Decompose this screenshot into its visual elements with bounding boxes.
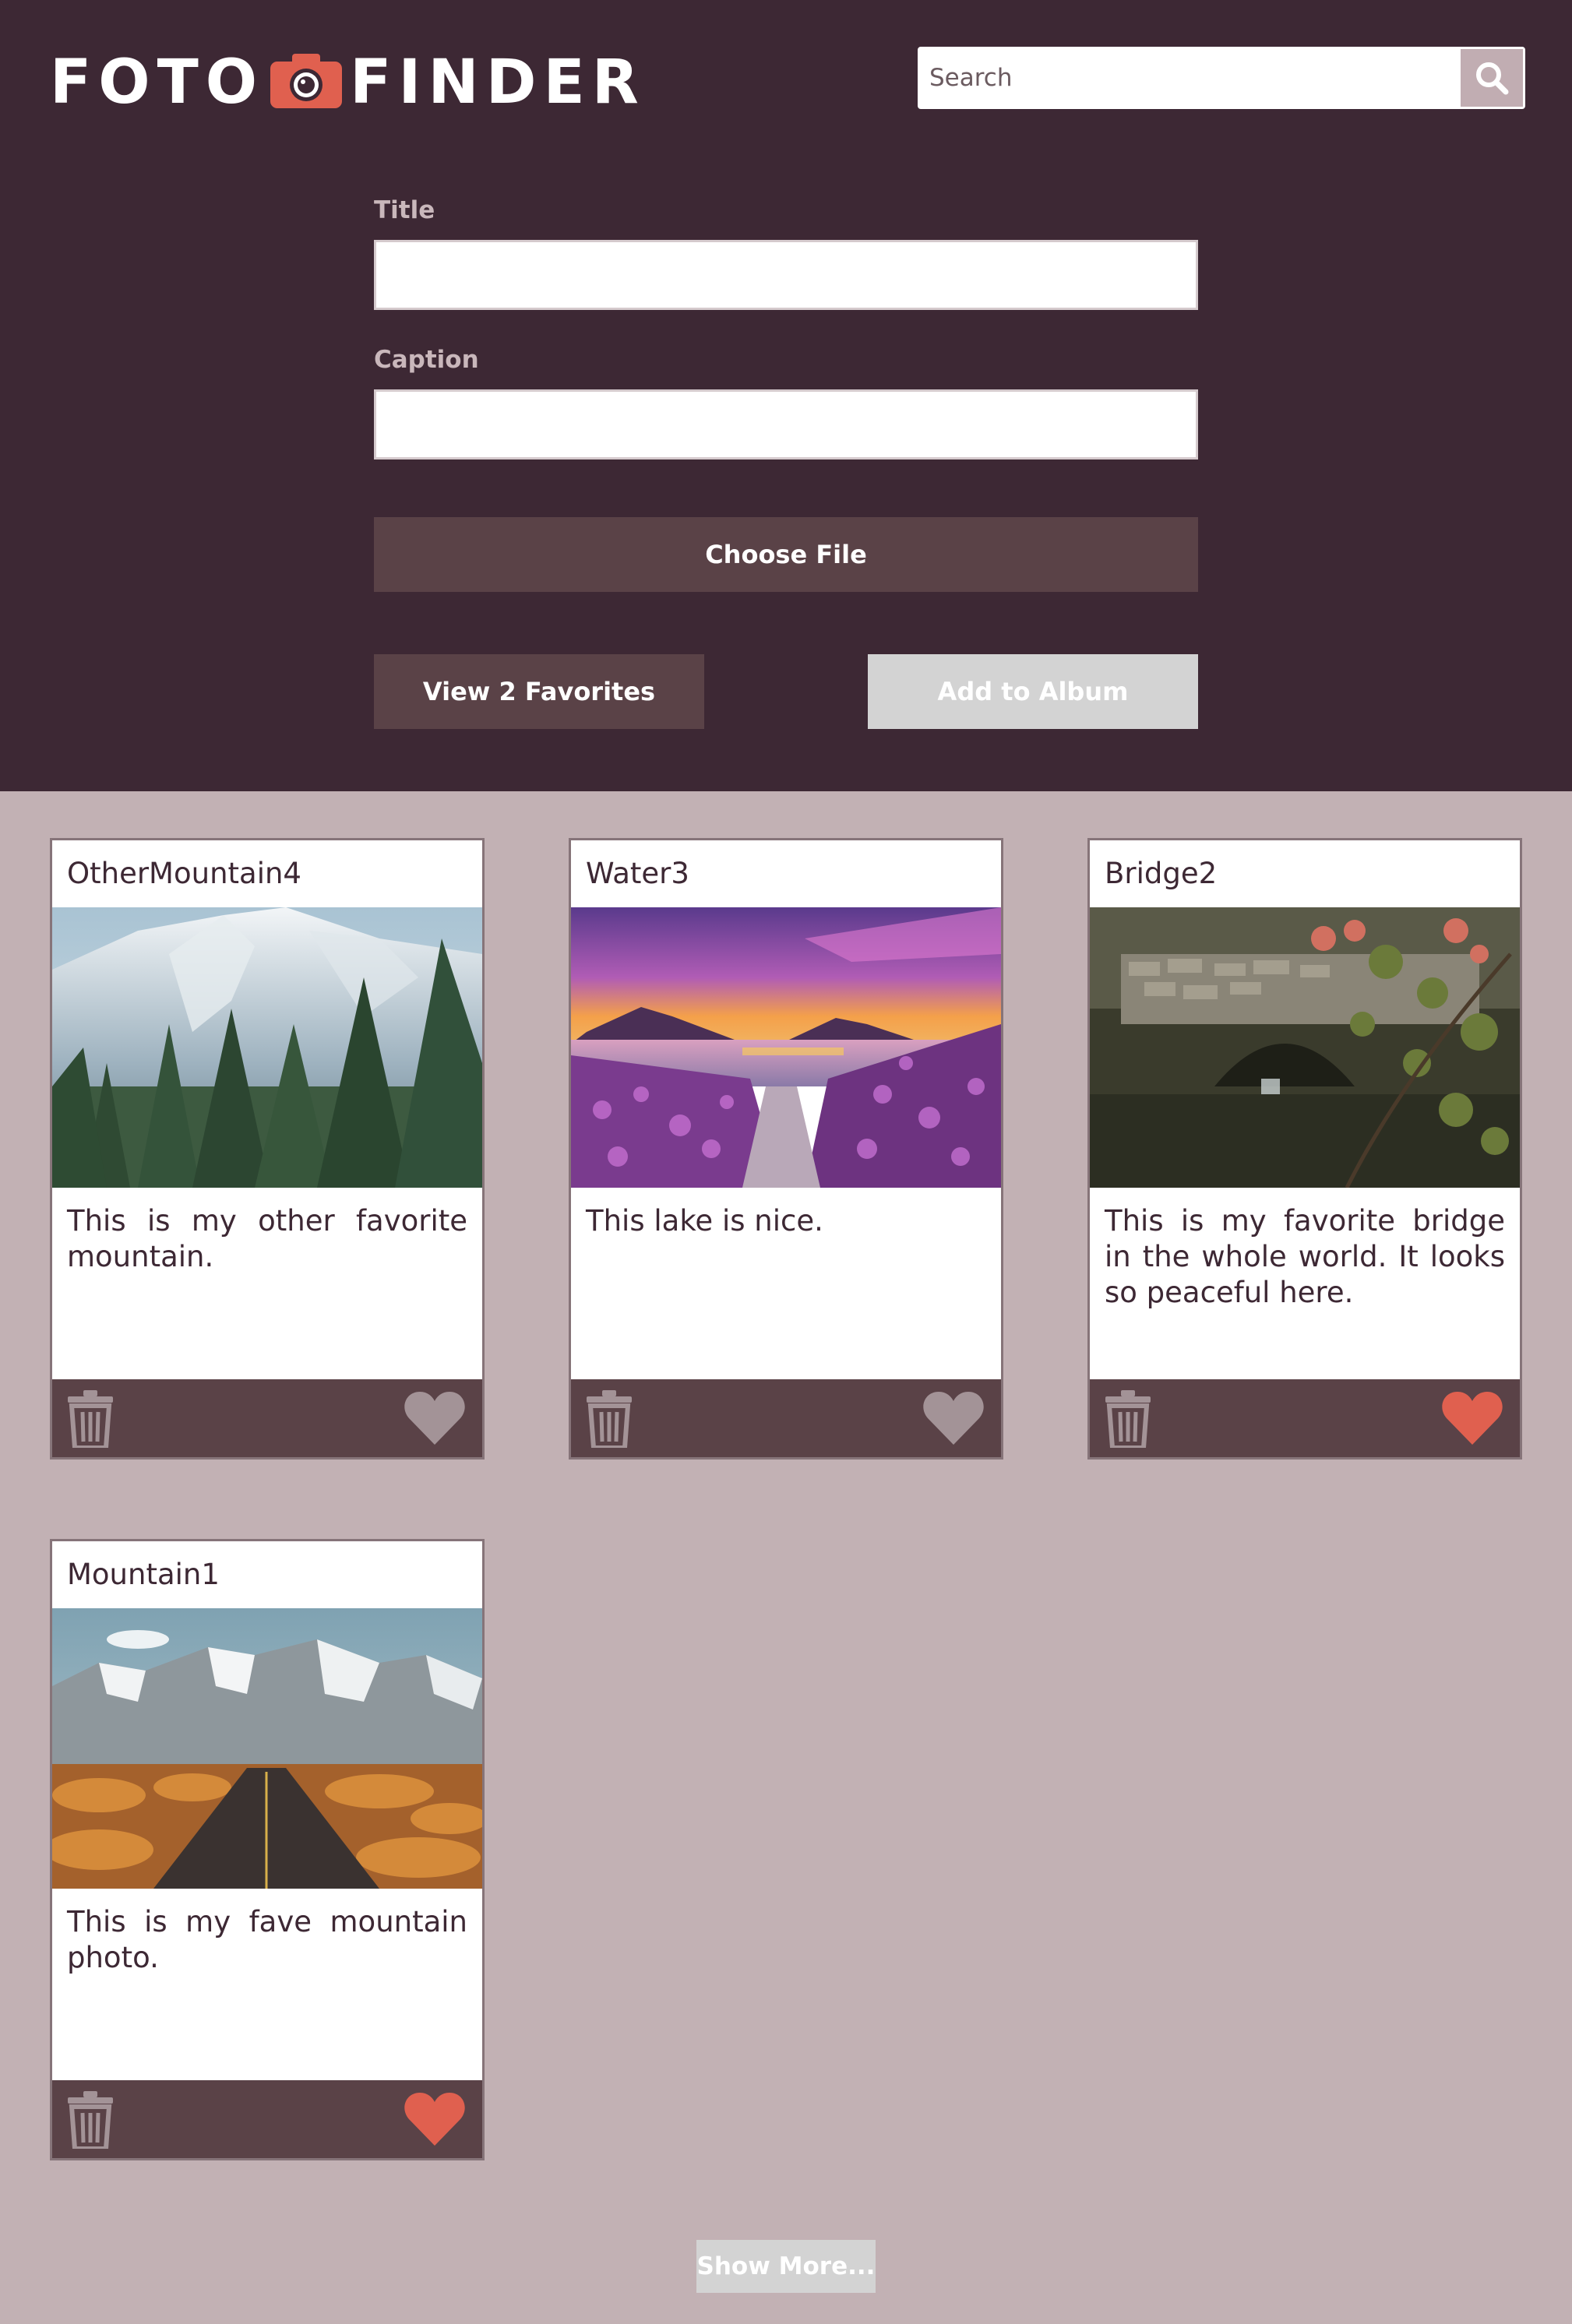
caption-input[interactable] bbox=[374, 389, 1198, 460]
card-caption: This is my fave mountain photo. bbox=[67, 1905, 467, 1974]
app-logo[interactable]: FOTO FINDER bbox=[50, 51, 646, 114]
caption-label: Caption bbox=[374, 346, 479, 374]
heart-icon[interactable] bbox=[923, 1390, 984, 1445]
search-button[interactable] bbox=[1461, 49, 1523, 107]
card-image[interactable] bbox=[52, 1608, 482, 1889]
header: FOTO FINDER Title Caption Choose bbox=[0, 0, 1572, 791]
heart-icon[interactable] bbox=[1442, 1390, 1503, 1445]
photo-card: Mountain1 This is my fave mountain photo… bbox=[50, 1539, 485, 2160]
card-image[interactable] bbox=[1090, 907, 1520, 1188]
trash-icon[interactable] bbox=[66, 2091, 115, 2149]
search-bar bbox=[918, 47, 1525, 109]
card-image[interactable] bbox=[52, 907, 482, 1188]
card-title: Water3 bbox=[586, 857, 689, 890]
upload-form: Title Caption bbox=[374, 192, 1198, 460]
trash-icon[interactable] bbox=[1104, 1390, 1152, 1448]
card-caption: This is my other favorite mountain. bbox=[67, 1204, 467, 1273]
card-footer bbox=[52, 2080, 482, 2158]
logo-text-finder: FINDER bbox=[350, 48, 646, 118]
card-caption: This lake is nice. bbox=[586, 1204, 823, 1238]
photo-card: Water3 This lake is nice. bbox=[569, 838, 1003, 1460]
card-title: OtherMountain4 bbox=[67, 857, 301, 890]
search-icon bbox=[1476, 62, 1509, 95]
view-favorites-button[interactable]: View 2 Favorites bbox=[374, 654, 704, 729]
choose-file-button[interactable]: Choose File bbox=[374, 517, 1198, 592]
trash-icon[interactable] bbox=[585, 1390, 633, 1448]
card-title: Bridge2 bbox=[1105, 857, 1218, 890]
card-title: Mountain1 bbox=[67, 1558, 220, 1591]
title-input[interactable] bbox=[374, 240, 1198, 310]
card-caption: This is my favorite bridge in the whole … bbox=[1105, 1204, 1505, 1309]
show-more-button[interactable]: Show More... bbox=[696, 2240, 876, 2293]
search-input[interactable] bbox=[920, 49, 1461, 107]
card-image[interactable] bbox=[571, 907, 1001, 1188]
add-to-album-button[interactable]: Add to Album bbox=[868, 654, 1198, 729]
card-footer bbox=[571, 1379, 1001, 1457]
heart-icon[interactable] bbox=[404, 1390, 465, 1445]
title-label: Title bbox=[374, 196, 435, 224]
camera-icon bbox=[270, 54, 343, 108]
photo-card: Bridge2 This is my favorite bridge in th… bbox=[1087, 838, 1522, 1460]
card-footer bbox=[52, 1379, 482, 1457]
card-footer bbox=[1090, 1379, 1520, 1457]
trash-icon[interactable] bbox=[66, 1390, 115, 1448]
logo-text-foto: FOTO bbox=[50, 48, 265, 118]
heart-icon[interactable] bbox=[404, 2091, 465, 2146]
photo-card: OtherMountain4 This is my other favorite… bbox=[50, 838, 485, 1460]
